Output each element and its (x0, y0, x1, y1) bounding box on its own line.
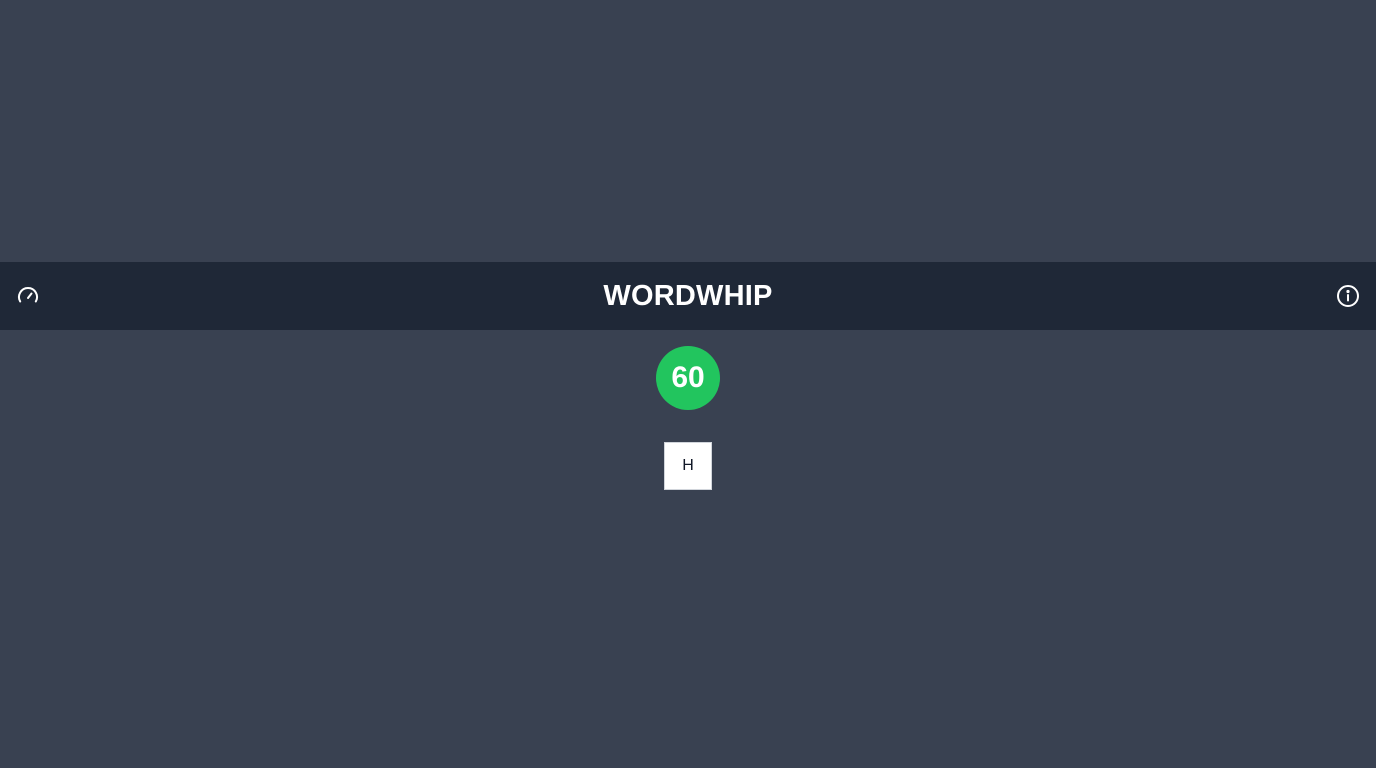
letter-tile-row: H (0, 442, 1376, 490)
game-title: WORDWHIP (603, 280, 773, 312)
info-icon (1337, 285, 1359, 307)
info-button[interactable] (1320, 262, 1376, 330)
letter-tile[interactable]: H (664, 442, 712, 490)
stats-button[interactable] (0, 262, 56, 330)
countdown-timer: 60 (656, 346, 720, 410)
header-bar: WORDWHIP (0, 262, 1376, 330)
speedometer-icon (18, 287, 38, 303)
